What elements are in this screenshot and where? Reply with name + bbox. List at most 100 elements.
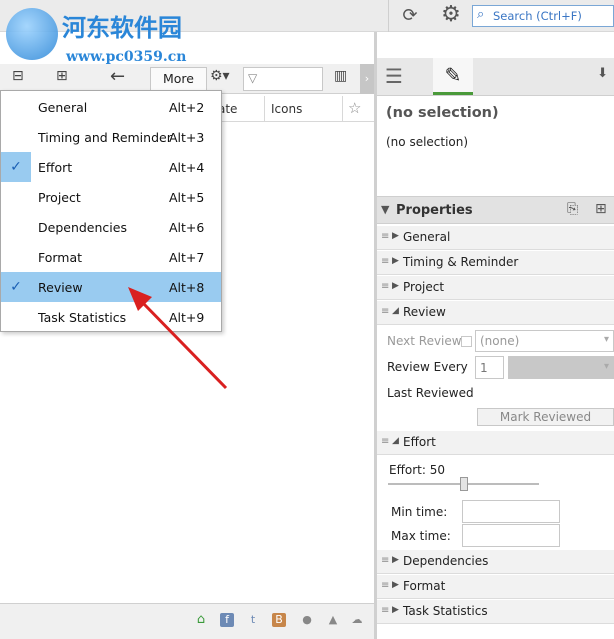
back-arrow-icon[interactable]: ← [110,66,125,87]
menu-item-label: Project [38,190,81,205]
menu-item-label: Format [38,250,83,265]
blogger-icon[interactable]: B [272,613,286,627]
settings-gear-icon[interactable]: ⚙ [438,2,464,28]
menu-item-label: Task Statistics [38,310,127,325]
sync-icon[interactable]: ⟳ [398,5,422,27]
review-interval-select[interactable]: ▾ [508,356,614,379]
watermark-logo-icon [6,8,58,60]
properties-header[interactable]: ▼ Properties ⎘ ⊞ [377,196,614,224]
search-placeholder: Search (Ctrl+F) [493,9,582,23]
list-view-icon[interactable]: ☰ [385,64,403,88]
section-dependencies[interactable]: ≡ ▶ Dependencies [377,550,614,574]
menu-item-dependencies[interactable]: Dependencies Alt+6 [1,212,221,242]
column-divider [264,96,265,122]
section-effort[interactable]: ≡ ◢ Effort [377,431,614,455]
menu-item-label: Dependencies [38,220,127,235]
drag-grip-icon[interactable]: ≡ [381,231,389,242]
search-input[interactable]: ⌕ Search (Ctrl+F) [472,5,614,27]
next-review-checkbox[interactable] [461,336,472,347]
more-dropdown-menu: General Alt+2 Timing and Reminder Alt+3 … [0,90,222,332]
collapse-tree-icon[interactable]: ⊟ [12,68,24,84]
column-divider [342,96,343,122]
check-icon [1,122,31,152]
min-time-input[interactable] [462,500,560,523]
drag-grip-icon[interactable]: ≡ [381,256,389,267]
chevron-down-icon: ▼ [381,203,390,216]
selection-title: (no selection) [386,105,499,121]
menu-item-label: General [38,100,88,115]
android-icon[interactable]: ▲ [326,613,340,627]
check-icon [1,302,31,332]
effort-slider-thumb[interactable] [460,477,468,491]
menu-item-label: Effort [38,160,73,175]
menu-item-task-statistics[interactable]: Task Statistics Alt+9 [1,302,221,332]
export-properties-icon[interactable]: ⎘ [567,201,578,217]
chevron-right-icon: ▶ [392,231,399,241]
filter-input[interactable]: ▽ [243,67,323,91]
filter-icon: ▽ [248,71,258,85]
max-time-input[interactable] [462,524,560,547]
drag-grip-icon[interactable]: ≡ [381,281,389,292]
menu-item-general[interactable]: General Alt+2 [1,92,221,122]
expand-tree-icon[interactable]: ⊞ [56,68,68,84]
chevron-down-icon: ▾ [603,361,609,372]
section-label: Format [403,579,446,593]
section-task-statistics[interactable]: ≡ ▶ Task Statistics [377,600,614,624]
section-format[interactable]: ≡ ▶ Format [377,575,614,599]
status-bar: ⌂ f t B ● ▲ ☁ [0,603,374,639]
section-timing[interactable]: ≡ ▶ Timing & Reminder [377,251,614,275]
chevron-right-icon: ▶ [392,555,399,565]
check-icon [1,212,31,242]
section-review[interactable]: ≡ ◢ Review [377,301,614,325]
drag-grip-icon[interactable]: ≡ [381,605,389,616]
menu-item-review[interactable]: ✓ Review Alt+8 [1,272,221,302]
section-project[interactable]: ≡ ▶ Project [377,276,614,300]
menu-item-effort[interactable]: ✓ Effort Alt+4 [1,152,221,182]
drag-grip-icon[interactable]: ≡ [381,555,389,566]
drag-grip-icon[interactable]: ≡ [381,436,389,447]
menu-item-timing[interactable]: Timing and Reminder Alt+3 [1,122,221,152]
effort-label: Effort: 50 [389,463,445,477]
next-review-label: Next Review [387,334,462,348]
chevron-down-icon: ◢ [392,306,399,316]
menu-item-label: Timing and Reminder [38,130,172,145]
more-button[interactable]: More [150,67,207,91]
review-every-input[interactable]: 1 [475,356,504,379]
menu-item-project[interactable]: Project Alt+5 [1,182,221,212]
column-icons[interactable]: Icons [271,102,302,116]
last-reviewed-label: Last Reviewed [387,386,474,400]
home-icon[interactable]: ⌂ [194,613,208,627]
columns-layout-icon[interactable]: ▥ [334,68,347,84]
selection-subtitle: (no selection) [386,135,469,149]
section-general[interactable]: ≡ ▶ General [377,226,614,250]
review-every-value: 1 [480,361,488,375]
section-label: Task Statistics [403,604,488,618]
drag-grip-icon[interactable]: ≡ [381,306,389,317]
toolbar-divider [388,0,389,32]
menu-item-shortcut: Alt+3 [169,130,205,145]
search-icon: ⌕ [477,7,485,22]
star-icon[interactable]: ☆ [348,99,361,117]
menu-item-shortcut: Alt+5 [169,190,205,205]
next-review-select[interactable]: (none) ▾ [475,330,614,352]
apple-icon[interactable]: ● [300,613,314,627]
facebook-icon[interactable]: f [220,613,234,627]
check-icon: ✓ [1,152,31,182]
twitter-icon[interactable]: t [246,613,260,627]
pane-splitter[interactable] [374,32,377,639]
max-time-label: Max time: [391,529,451,543]
menu-item-shortcut: Alt+6 [169,220,205,235]
chevron-down-icon: ◢ [392,436,399,446]
edit-tab-icon[interactable]: ✎ [433,58,473,95]
add-property-icon[interactable]: ⊞ [595,201,607,217]
section-label: Timing & Reminder [403,255,519,269]
mark-reviewed-button[interactable]: Mark Reviewed [477,408,614,426]
menu-item-shortcut: Alt+8 [169,280,205,295]
column-settings-icon[interactable]: ⚙▾ [210,68,230,84]
drag-grip-icon[interactable]: ≡ [381,580,389,591]
menu-item-format[interactable]: Format Alt+7 [1,242,221,272]
collapse-panel-icon[interactable]: › [360,64,374,94]
download-icon[interactable]: ⬇ [597,66,608,81]
menu-item-shortcut: Alt+2 [169,100,205,115]
cloud-icon[interactable]: ☁ [350,613,364,627]
